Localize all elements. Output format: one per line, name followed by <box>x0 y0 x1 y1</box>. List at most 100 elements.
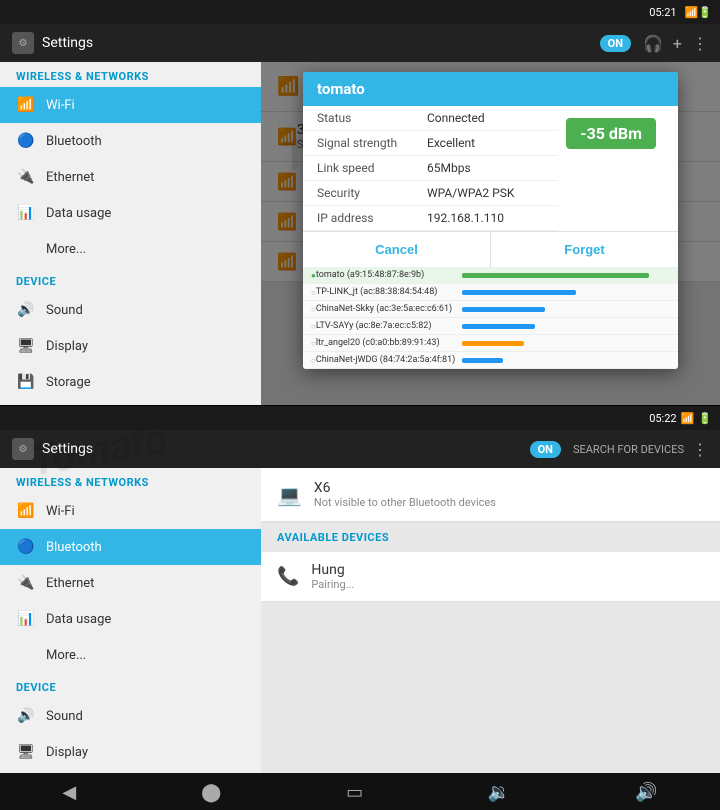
more-label: More... <box>46 242 86 257</box>
bottom-display-label: Display <box>46 745 88 760</box>
modal-signal-value: Excellent <box>427 136 544 150</box>
back-button[interactable]: ◀ <box>42 776 96 809</box>
cancel-button[interactable]: Cancel <box>303 232 491 267</box>
bottom-sidebar-wifi[interactable]: 📶 Wi-Fi <box>0 493 261 529</box>
sidebar-item-wifi[interactable]: 📶 Wi-Fi <box>0 87 261 123</box>
modal-link-row: Link speed 65Mbps <box>303 156 558 181</box>
sidebar-item-more[interactable]: More... <box>0 231 261 267</box>
net-bar-5 <box>462 341 524 346</box>
bottom-sidebar-more[interactable]: More... <box>0 637 261 673</box>
wireless-section-header: WIRELESS & NETWORKS <box>0 62 261 87</box>
own-device-name: X6 <box>314 480 496 496</box>
top-status-bar: 05:21 📶 🔋 <box>0 0 720 24</box>
bottom-display-icon: 🖥 <box>16 742 36 762</box>
bottom-wifi-label: Wi-Fi <box>46 504 75 519</box>
bottom-wifi-icon: 📶 <box>16 501 36 521</box>
top-time: 05:21 <box>649 6 676 19</box>
net-bar-container-3 <box>462 307 670 312</box>
top-wifi-toggle[interactable]: ON <box>600 35 631 52</box>
recent-apps-button[interactable]: ▭ <box>326 776 383 809</box>
own-device-sub: Not visible to other Bluetooth devices <box>314 496 496 509</box>
top-panel: 05:21 📶 🔋 ⚙ Settings ON 🎧 + ⋮ WIRELESS &… <box>0 0 720 405</box>
bottom-sidebar-sound[interactable]: 🔊 Sound <box>0 698 261 734</box>
bottom-sidebar-bluetooth[interactable]: 🔵 Bluetooth <box>0 529 261 565</box>
net-list-item-5[interactable]: ○ ltr_angel20 (c0:a0:bb:89:91:43) <box>303 335 678 352</box>
net-list-name-1: tomato (a9:15:48:87:8e:9b) <box>316 270 456 280</box>
bottom-data-icon: 📊 <box>16 609 36 629</box>
bottom-header-icons: ⋮ <box>692 440 708 459</box>
net-list-name-2: TP-LINK_jt (ac:88:38:84:54:48) <box>316 287 456 297</box>
modal-header: tomato <box>303 72 678 106</box>
net-list-name-4: LTV-SAYy (ac:8e:7a:ec:c5:82) <box>316 321 456 331</box>
wifi-icon: 📶 <box>16 95 36 115</box>
wifi-modal-overlay: tomato Status Connected Signal strength … <box>261 62 720 405</box>
net-list-item-3[interactable]: ○ ChinaNet-Skky (ac:3e:5a:ec:c6:61) <box>303 301 678 318</box>
forget-button[interactable]: Forget <box>491 232 678 267</box>
sidebar-item-storage[interactable]: 💾 Storage <box>0 364 261 400</box>
bottom-sidebar-display[interactable]: 🖥 Display <box>0 734 261 770</box>
headphone-icon: 🎧 <box>643 34 663 53</box>
add-icon[interactable]: + <box>673 34 682 53</box>
net-list-name-6: ChinaNet-jWDG (84:74:2a:5a:4f:81) <box>316 355 456 365</box>
bottom-header-title: Settings <box>42 441 530 457</box>
bottom-time: 05:22 <box>649 412 676 425</box>
bottom-more-label: More... <box>46 648 86 663</box>
net-list-item-4[interactable]: ○ LTV-SAYy (ac:8e:7a:ec:c5:82) <box>303 318 678 335</box>
bottom-bt-toggle[interactable]: ON <box>530 441 561 458</box>
search-devices-button[interactable]: SEARCH FOR DEVICES <box>573 443 684 456</box>
modal-security-row: Security WPA/WPA2 PSK <box>303 181 558 206</box>
bottom-wireless-section-header: WIRELESS & NETWORKS <box>0 468 261 493</box>
volume-down-button[interactable]: 🔉 <box>468 776 530 809</box>
bottom-sidebar-data-usage[interactable]: 📊 Data usage <box>0 601 261 637</box>
modal-actions: Cancel Forget <box>303 231 678 267</box>
available-device-hung[interactable]: 📞 Hung Pairing... <box>261 552 720 602</box>
bottom-ethernet-label: Ethernet <box>46 576 94 591</box>
bottom-status-bar: 05:22 📶 🔋 <box>0 406 720 430</box>
net-list-name-3: ChinaNet-Skky (ac:3e:5a:ec:c6:61) <box>316 304 456 314</box>
display-icon: 🖥 <box>16 336 36 356</box>
bottom-panel: 05:22 📶 🔋 ⚙ Settings ON SEARCH FOR DEVIC… <box>0 405 720 810</box>
bottom-bt-label: Bluetooth <box>46 540 102 555</box>
top-header-bar: ⚙ Settings ON 🎧 + ⋮ <box>0 24 720 62</box>
bottom-battery-icon: 🔋 <box>698 412 712 425</box>
wifi-modal: tomato Status Connected Signal strength … <box>303 72 678 369</box>
sidebar-item-data-usage[interactable]: 📊 Data usage <box>0 195 261 231</box>
bottom-settings-icon: ⚙ <box>12 438 34 460</box>
top-sidebar: WIRELESS & NETWORKS 📶 Wi-Fi 🔵 Bluetooth … <box>0 62 261 405</box>
bottom-ethernet-icon: 🔌 <box>16 573 36 593</box>
available-devices-header: AVAILABLE DEVICES <box>261 523 720 552</box>
bottom-overflow-icon[interactable]: ⋮ <box>692 440 708 459</box>
net-list-item-1[interactable]: ● tomato (a9:15:48:87:8e:9b) <box>303 267 678 284</box>
volume-up-button[interactable]: 🔊 <box>615 776 677 809</box>
modal-link-value: 65Mbps <box>427 161 544 175</box>
net-list-item-2[interactable]: ○ TP-LINK_jt (ac:88:38:84:54:48) <box>303 284 678 301</box>
sidebar-item-sound[interactable]: 🔊 Sound <box>0 292 261 328</box>
modal-status-label: Status <box>317 111 427 125</box>
bottom-bt-icon: 🔵 <box>16 537 36 557</box>
bottom-data-label: Data usage <box>46 612 111 627</box>
net-list-name-5: ltr_angel20 (c0:a0:bb:89:91:43) <box>316 338 456 348</box>
net-bar-container-5 <box>462 341 670 346</box>
bluetooth-content: 💻 X6 Not visible to other Bluetooth devi… <box>261 468 720 773</box>
signal-badge-container: -35 dBm <box>558 106 678 161</box>
bottom-device-section-header: DEVICE <box>0 673 261 698</box>
bottom-sidebar-storage[interactable]: 💾 Storage <box>0 770 261 773</box>
settings-app-icon: ⚙ <box>12 32 34 54</box>
modal-security-value: WPA/WPA2 PSK <box>427 186 544 200</box>
storage-label: Storage <box>46 375 91 390</box>
bottom-header-bar: ⚙ Settings ON SEARCH FOR DEVICES ⋮ <box>0 430 720 468</box>
wifi-label: Wi-Fi <box>46 98 75 113</box>
sidebar-item-display[interactable]: 🖥 Display <box>0 328 261 364</box>
sidebar-item-ethernet[interactable]: 🔌 Ethernet <box>0 159 261 195</box>
overflow-icon[interactable]: ⋮ <box>692 34 708 53</box>
bluetooth-icon: 🔵 <box>16 131 36 151</box>
net-list-item-6[interactable]: ○ ChinaNet-jWDG (84:74:2a:5a:4f:81) <box>303 352 678 369</box>
laptop-icon: 💻 <box>277 483 302 507</box>
sidebar-item-bluetooth[interactable]: 🔵 Bluetooth <box>0 123 261 159</box>
net-bar-container-4 <box>462 324 670 329</box>
bottom-wifi-icon: 📶 <box>681 412 695 425</box>
bottom-sound-icon: 🔊 <box>16 706 36 726</box>
data-usage-label: Data usage <box>46 206 111 221</box>
home-button[interactable]: ⬤ <box>181 776 241 809</box>
bottom-sidebar-ethernet[interactable]: 🔌 Ethernet <box>0 565 261 601</box>
